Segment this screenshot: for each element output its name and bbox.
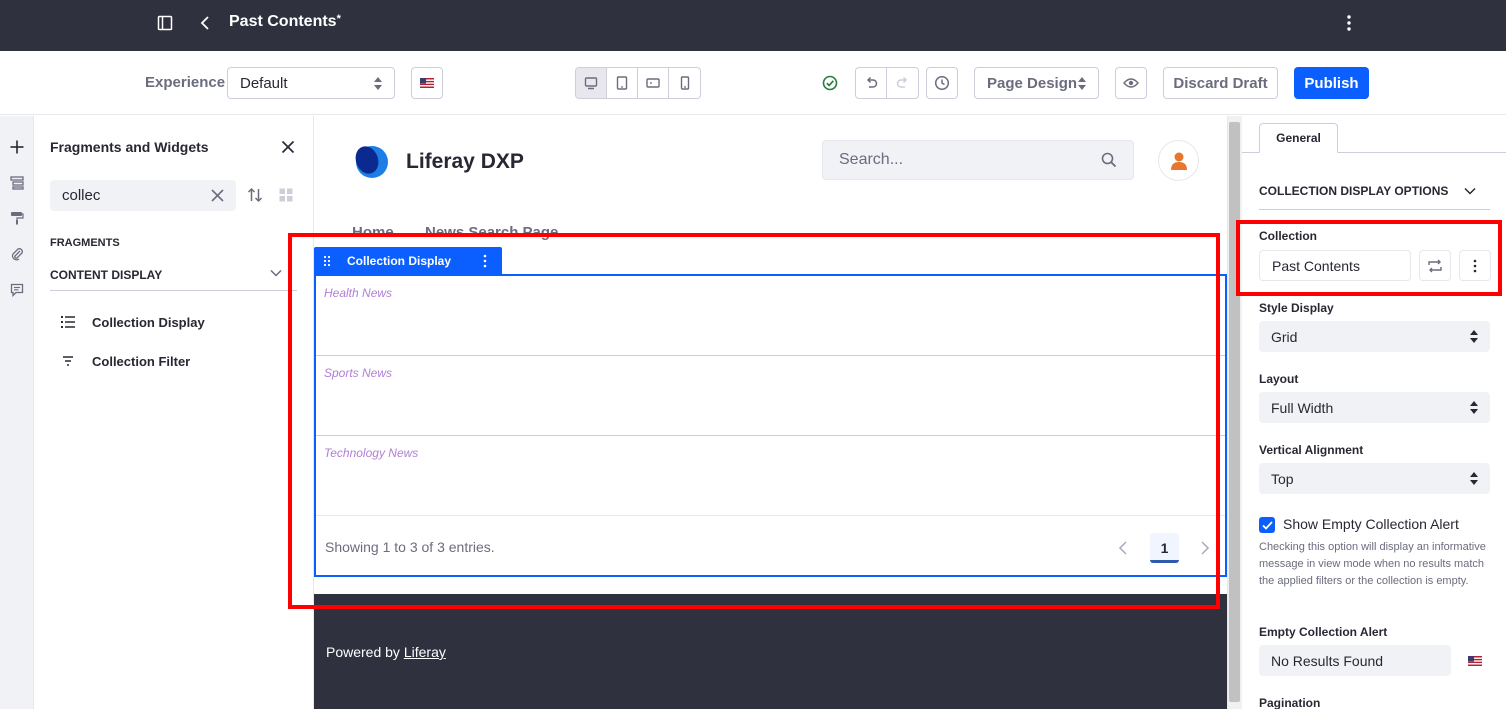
style-display-label: Style Display	[1259, 301, 1334, 315]
user-avatar[interactable]	[1158, 140, 1199, 181]
site-brand[interactable]: Liferay DXP	[350, 142, 524, 182]
powered-by-prefix: Powered by	[326, 644, 404, 660]
section-title: COLLECTION DISPLAY OPTIONS	[1259, 184, 1449, 198]
fragment-item-label: Collection Display	[92, 314, 205, 330]
show-empty-alert-label[interactable]: Show Empty Collection Alert	[1283, 516, 1459, 532]
page-editor-toolbar: Experience Default Page Design Discard D…	[0, 51, 1506, 115]
canvas-scrollbar-thumb[interactable]	[1229, 122, 1240, 702]
history-clock-icon	[934, 75, 950, 91]
sidebar-toggle-icon[interactable]	[157, 15, 173, 31]
site-footer: Powered by Liferay	[314, 594, 1227, 709]
back-icon[interactable]	[199, 15, 211, 31]
highlight-box-collection	[1236, 220, 1502, 296]
layout-value: Full Width	[1271, 399, 1334, 416]
site-search-input[interactable]: Search...	[822, 140, 1134, 180]
portrait-phone-viewport-icon[interactable]	[669, 68, 700, 98]
page-title: Past Contents*	[229, 13, 341, 30]
fragments-panel: Fragments and Widgets collec FRAGMENTS C…	[34, 116, 314, 709]
fragment-item-collection-filter[interactable]: Collection Filter	[60, 353, 190, 369]
paint-roller-icon[interactable]	[5, 206, 29, 230]
add-fragments-icon[interactable]	[5, 135, 29, 159]
category-label: CONTENT DISPLAY	[50, 268, 163, 282]
search-placeholder: Search...	[839, 151, 904, 168]
fragment-item-collection-display[interactable]: Collection Display	[60, 314, 205, 330]
pagination-label: Pagination	[1259, 696, 1321, 709]
configuration-panel: General COLLECTION DISPLAY OPTIONS Colle…	[1242, 116, 1506, 709]
comments-icon[interactable]	[5, 278, 29, 302]
vertical-alignment-value: Top	[1271, 470, 1294, 487]
sort-icon[interactable]	[247, 187, 263, 203]
discard-draft-button[interactable]: Discard Draft	[1163, 67, 1278, 99]
section-divider	[1259, 209, 1490, 210]
style-display-value: Grid	[1271, 328, 1298, 345]
content-display-category[interactable]: CONTENT DISPLAY	[50, 260, 297, 291]
fragments-search-input[interactable]: collec	[50, 180, 236, 211]
fragments-section-label: FRAGMENTS	[50, 237, 120, 249]
select-arrows-icon	[1470, 330, 1478, 343]
layout-select[interactable]: Full Width	[1259, 392, 1490, 423]
site-name: Liferay DXP	[406, 150, 524, 173]
page-design-label: Page Design	[987, 74, 1078, 92]
viewport-size-group	[575, 67, 701, 99]
language-selector-button[interactable]	[411, 67, 443, 99]
us-flag-icon	[420, 78, 434, 88]
vertical-alignment-label: Vertical Alignment	[1259, 443, 1364, 457]
powered-by-text: Powered by Liferay	[326, 644, 446, 660]
list-icon	[60, 314, 76, 330]
vertical-alignment-select[interactable]: Top	[1259, 463, 1490, 494]
preview-button[interactable]	[1115, 67, 1147, 99]
close-icon[interactable]	[281, 140, 295, 154]
empty-alert-label: Empty Collection Alert	[1259, 625, 1388, 639]
experience-select[interactable]: Default	[227, 67, 395, 99]
filter-icon	[60, 353, 76, 369]
left-sidebar-rail	[0, 116, 34, 709]
tab-general[interactable]: General	[1259, 123, 1338, 153]
history-button[interactable]	[926, 67, 958, 99]
checkmark-icon	[1261, 520, 1273, 530]
select-arrows-icon	[1078, 76, 1086, 90]
show-empty-alert-checkbox[interactable]	[1259, 517, 1275, 533]
select-arrows-icon	[1470, 401, 1478, 414]
page-design-button[interactable]: Page Design	[974, 67, 1099, 99]
grid-view-icon[interactable]	[279, 188, 293, 202]
desktop-viewport-icon[interactable]	[576, 68, 607, 98]
chevron-down-icon	[270, 269, 282, 277]
layout-label: Layout	[1259, 372, 1299, 386]
page-structure-icon[interactable]	[5, 171, 29, 195]
show-empty-alert-help: Checking this option will display an inf…	[1259, 541, 1486, 587]
publish-button[interactable]: Publish	[1294, 67, 1369, 99]
eye-icon	[1123, 77, 1139, 89]
top-bar: Past Contents*	[0, 0, 1506, 51]
fragments-search-value: collec	[62, 187, 101, 204]
landscape-phone-viewport-icon[interactable]	[638, 68, 669, 98]
paperclip-icon[interactable]	[5, 242, 29, 266]
fragments-panel-title: Fragments and Widgets	[50, 139, 209, 155]
saved-check-icon	[822, 75, 838, 91]
select-arrows-icon	[374, 76, 382, 90]
user-icon	[1170, 151, 1188, 171]
search-icon[interactable]	[1101, 152, 1117, 168]
us-flag-icon[interactable]	[1468, 656, 1482, 666]
undo-redo-group	[855, 67, 919, 99]
redo-icon[interactable]	[887, 68, 918, 98]
style-display-select[interactable]: Grid	[1259, 321, 1490, 352]
options-kebab-icon[interactable]	[1342, 14, 1356, 32]
undo-icon[interactable]	[856, 68, 887, 98]
experience-label: Experience	[145, 74, 226, 91]
select-arrows-icon	[1470, 472, 1478, 485]
chevron-down-icon[interactable]	[1464, 187, 1476, 195]
liferay-link[interactable]: Liferay	[404, 644, 446, 660]
experience-select-value: Default	[240, 74, 288, 92]
clear-search-icon[interactable]	[211, 189, 224, 202]
highlight-box-canvas	[288, 233, 1220, 609]
tablet-viewport-icon[interactable]	[607, 68, 638, 98]
liferay-logo-icon	[350, 142, 390, 182]
fragment-item-label: Collection Filter	[92, 353, 191, 369]
empty-alert-input[interactable]: No Results Found	[1259, 645, 1451, 676]
